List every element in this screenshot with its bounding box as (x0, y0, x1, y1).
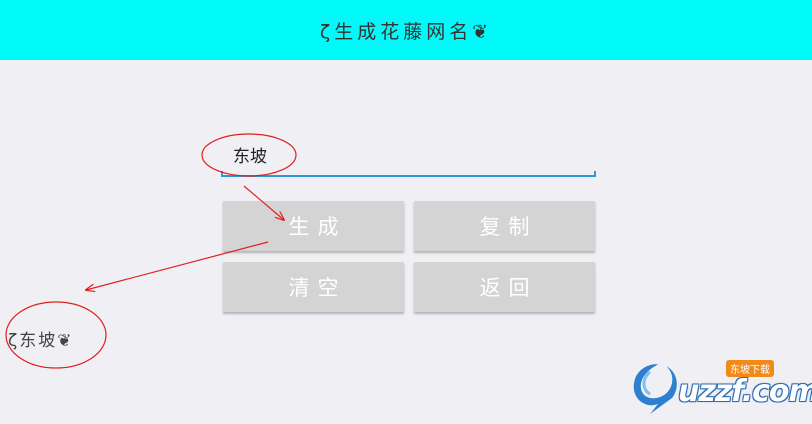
clear-button[interactable]: 清空 (223, 262, 404, 312)
watermark-text: uzzf.com (678, 374, 812, 409)
result-text: ζ东坡❦ (8, 331, 74, 351)
copy-button[interactable]: 复制 (414, 201, 595, 251)
name-input[interactable] (221, 133, 596, 175)
input-underline (221, 171, 596, 177)
app-header: ζ生成花藤网名❦ (0, 0, 812, 60)
name-input-group (221, 133, 596, 177)
watermark-logo: uzzf.com 东坡下载 (628, 358, 812, 414)
watermark-badge: 东坡下载 (726, 360, 774, 377)
back-button[interactable]: 返回 (414, 262, 595, 312)
generate-button[interactable]: 生成 (223, 201, 404, 251)
page-title: ζ生成花藤网名❦ (319, 20, 493, 43)
